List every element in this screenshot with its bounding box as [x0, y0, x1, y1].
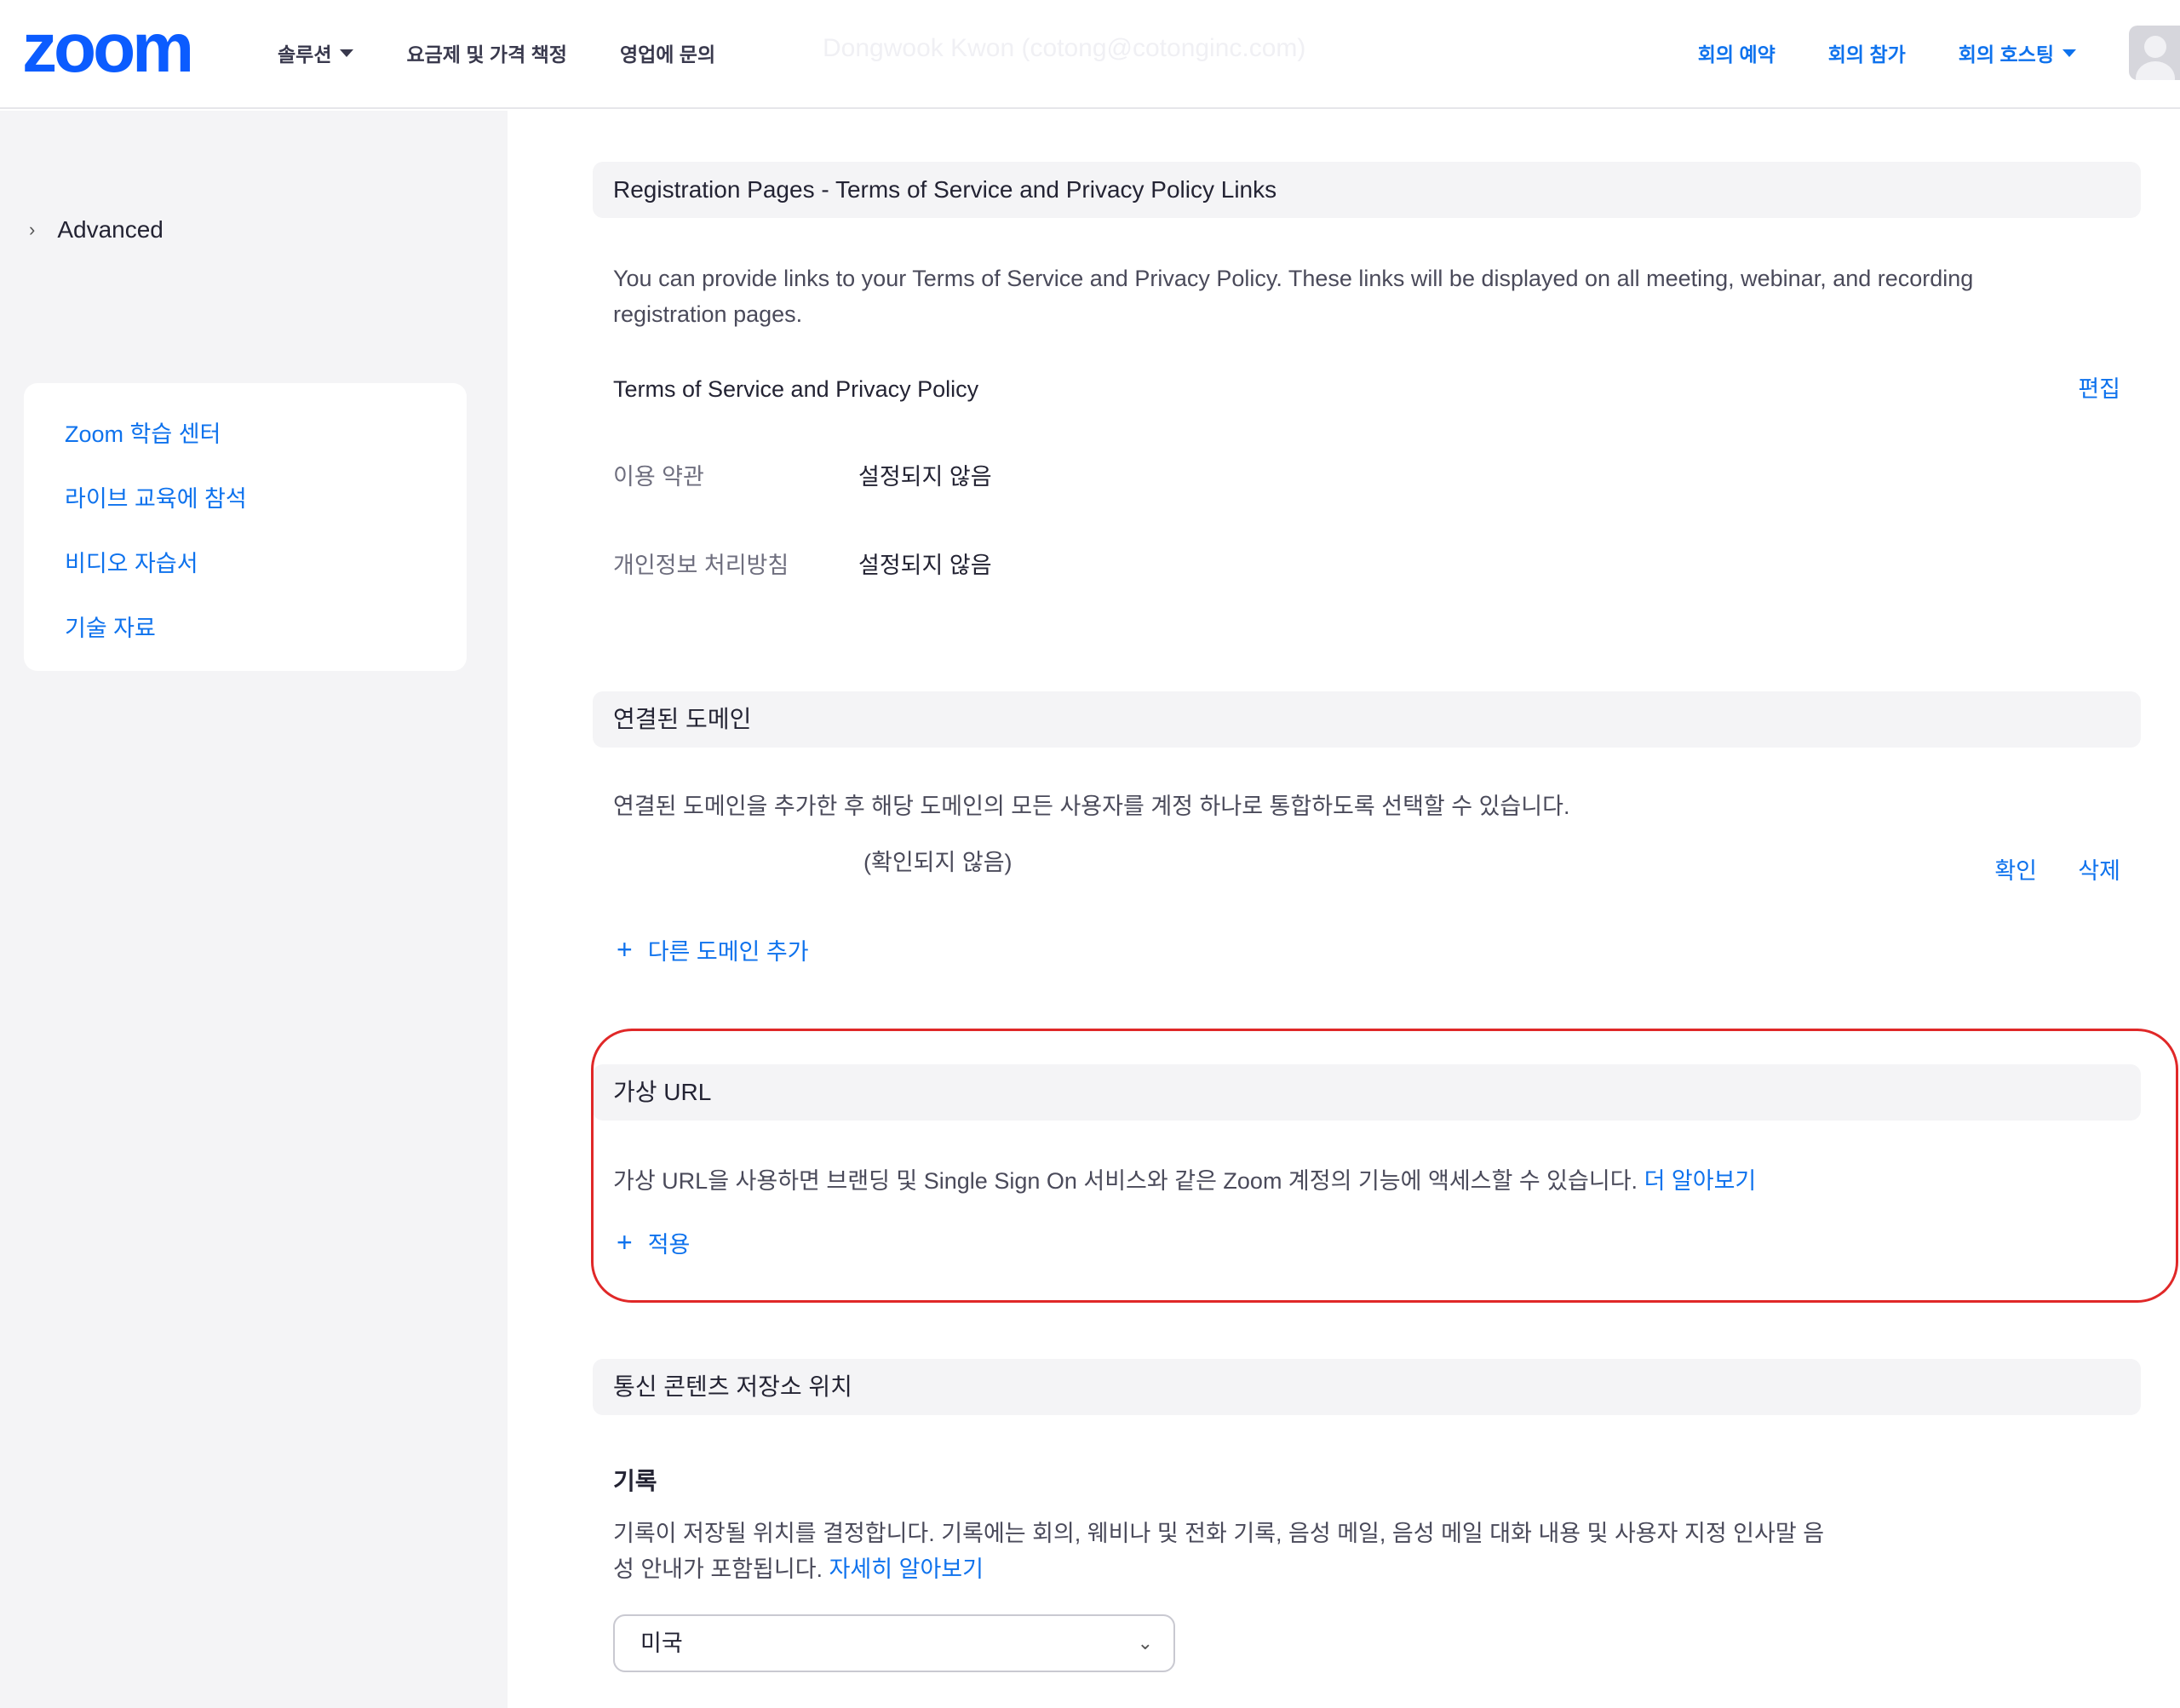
recordings-subhead: 기록: [613, 1468, 657, 1494]
faded-user-name: Dongwook Kwon (cotong@cotonginc.com): [823, 34, 1306, 62]
registration-description-line1: You can provide links to your Terms of S…: [613, 266, 1974, 291]
privacy-label: 개인정보 처리방침: [613, 553, 789, 578]
chevron-down-icon: ⌄: [1137, 1632, 1153, 1654]
secondary-nav: 회의 예약 회의 참가 회의 호스팅: [1698, 0, 2180, 106]
caret-down-icon: [2062, 49, 2076, 57]
storage-description-line2: 성 안내가 포함됩니다. 자세히 알아보기: [613, 1551, 984, 1587]
nav-schedule-meeting[interactable]: 회의 예약: [1698, 38, 1776, 67]
avatar[interactable]: [2129, 26, 2180, 80]
nav-contact-sales-label: 영업에 문의: [619, 43, 716, 66]
nav-contact-sales[interactable]: 영업에 문의: [620, 38, 715, 67]
section-title-storage-location: 통신 콘텐츠 저장소 위치: [593, 1359, 2141, 1415]
apply-vanity-url-label: 적용: [647, 1232, 691, 1258]
terms-value: 설정되지 않음: [858, 464, 992, 490]
apply-vanity-url-link[interactable]: + 적용: [617, 1226, 690, 1259]
nav-join-meeting-label: 회의 참가: [1827, 43, 1906, 66]
nav-host-meeting-label: 회의 호스팅: [1958, 43, 2054, 66]
link-learning-center[interactable]: Zoom 학습 센터: [65, 409, 467, 473]
delete-domain-link[interactable]: 삭제: [2078, 853, 2120, 889]
edit-tos-link[interactable]: 편집: [2078, 371, 2120, 407]
top-header: zoom 솔루션 요금제 및 가격 책정 영업에 문의 Dongwook Kwo…: [0, 0, 2180, 109]
privacy-value: 설정되지 않음: [858, 553, 992, 578]
section-title-registration: Registration Pages - Terms of Service an…: [593, 162, 2141, 218]
verify-domain-link[interactable]: 확인: [1994, 853, 2037, 889]
section-title-domains: 연결된 도메인: [593, 691, 2141, 748]
add-domain-link[interactable]: + 다른 도메인 추가: [617, 933, 809, 966]
sidebar-item-advanced[interactable]: › Advanced: [29, 216, 164, 244]
link-video-tutorials[interactable]: 비디오 자습서: [65, 538, 467, 603]
tos-heading: Terms of Service and Privacy Policy: [613, 376, 979, 402]
zoom-logo[interactable]: zoom: [22, 19, 220, 83]
section-title-vanity-url: 가상 URL: [593, 1064, 2141, 1121]
storage-region-value: 미국: [640, 1631, 683, 1656]
nav-host-meeting[interactable]: 회의 호스팅: [1959, 38, 2076, 67]
nav-solutions-label: 솔루션: [278, 43, 332, 66]
add-domain-label: 다른 도메인 추가: [647, 939, 809, 965]
terms-label: 이용 약관: [613, 464, 704, 490]
domains-description: 연결된 도메인을 추가한 후 해당 도메인의 모든 사용자를 계정 하나로 통합…: [613, 794, 1570, 819]
caret-down-icon: [340, 49, 354, 57]
link-live-training[interactable]: 라이브 교육에 참석: [65, 473, 467, 538]
logo-text: zoom: [22, 19, 191, 83]
sidebar: › Advanced Zoom 학습 센터 라이브 교육에 참석 비디오 자습서…: [0, 111, 508, 1708]
chevron-right-icon: ›: [29, 219, 36, 240]
nav-join-meeting[interactable]: 회의 참가: [1828, 38, 1906, 67]
learning-resources-card: Zoom 학습 센터 라이브 교육에 참석 비디오 자습서 기술 자료: [24, 383, 467, 671]
vanity-learn-more-link[interactable]: 더 알아보기: [1644, 1168, 1757, 1194]
vanity-description: 가상 URL을 사용하면 브랜딩 및 Single Sign On 서비스와 같…: [613, 1163, 1756, 1199]
storage-description-line2-text: 성 안내가 포함됩니다.: [613, 1556, 823, 1582]
primary-nav: 솔루션 요금제 및 가격 책정 영업에 문의: [278, 0, 768, 106]
storage-region-select[interactable]: 미국 ⌄: [613, 1614, 1175, 1672]
nav-solutions[interactable]: 솔루션: [278, 38, 354, 67]
nav-schedule-meeting-label: 회의 예약: [1697, 43, 1776, 66]
domain-status: (확인되지 않음): [863, 850, 1013, 875]
nav-pricing-label: 요금제 및 가격 책정: [406, 43, 567, 66]
nav-pricing[interactable]: 요금제 및 가격 책정: [406, 38, 566, 67]
registration-description-line2: registration pages.: [613, 301, 803, 327]
storage-learn-more-link[interactable]: 자세히 알아보기: [829, 1556, 984, 1582]
plus-icon: +: [617, 1227, 633, 1258]
sidebar-item-advanced-label: Advanced: [57, 216, 164, 243]
storage-description-line1: 기록이 저장될 위치를 결정합니다. 기록에는 회의, 웨비나 및 전화 기록,…: [613, 1521, 1825, 1546]
link-knowledge-base[interactable]: 기술 자료: [65, 603, 467, 668]
plus-icon: +: [617, 934, 633, 965]
vanity-description-text: 가상 URL을 사용하면 브랜딩 및 Single Sign On 서비스와 같…: [613, 1168, 1638, 1194]
